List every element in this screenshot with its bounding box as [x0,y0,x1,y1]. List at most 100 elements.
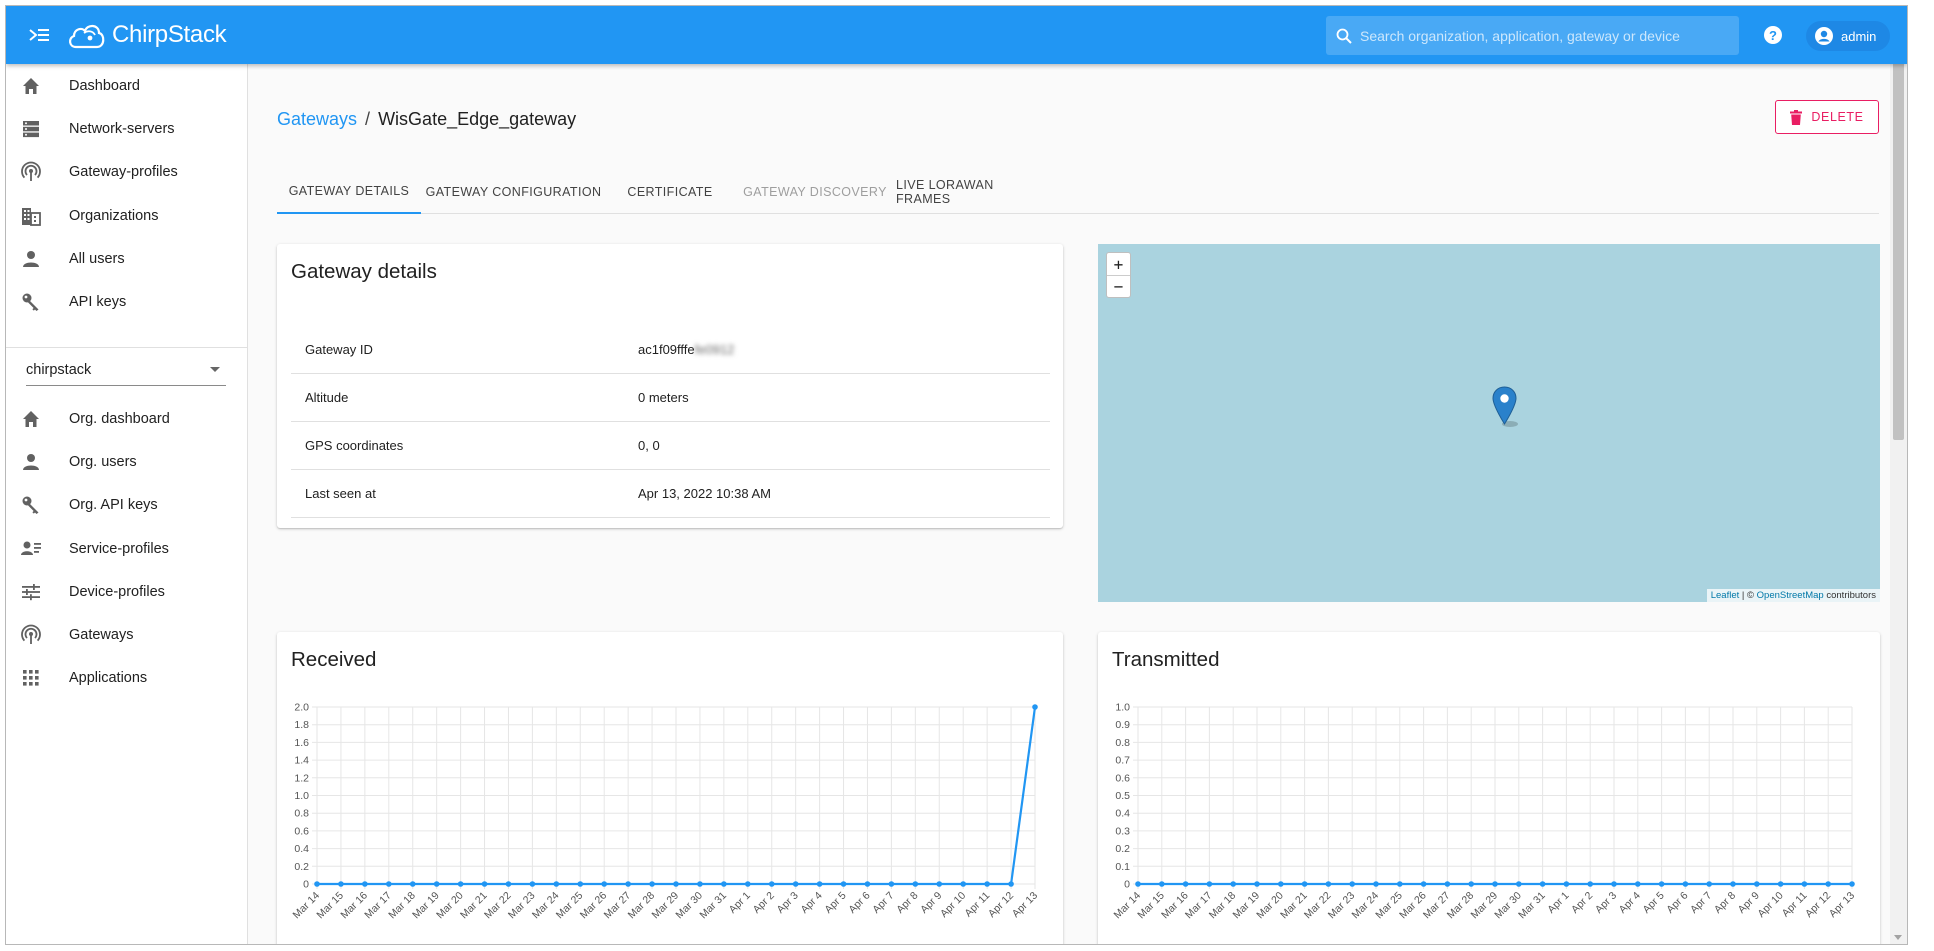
received-data-point[interactable] [936,881,943,887]
transmitted-data-point[interactable] [1468,881,1474,887]
transmitted-data-point[interactable] [1325,881,1332,887]
transmitted-data-point[interactable] [1777,881,1784,887]
collapse-menu-icon[interactable] [26,23,52,47]
map-marker-icon[interactable] [1492,386,1522,428]
sidebar-item-gateway-profiles[interactable]: Gateway-profiles [6,152,248,192]
sidebar-item-gateways[interactable]: Gateways [6,615,248,655]
sidebar-item-device-profiles[interactable]: Device-profiles [6,572,248,612]
transmitted-data-point[interactable] [1849,881,1855,887]
transmitted-data-point[interactable] [1801,881,1808,887]
transmitted-data-point[interactable] [1159,881,1165,887]
sidebar-item-service-profiles[interactable]: Service-profiles [6,529,248,569]
transmitted-data-point[interactable] [1825,881,1831,887]
tab-live-lorawan-frames[interactable]: LIVE LORAWAN FRAMES [896,170,1041,214]
scrollbar-thumb[interactable] [1893,20,1904,440]
transmitted-data-point[interactable] [1135,881,1141,887]
search-box[interactable] [1326,16,1739,55]
transmitted-data-point[interactable] [1206,881,1213,887]
zoom-out-button[interactable]: − [1107,275,1130,297]
transmitted-data-point[interactable] [1730,881,1736,887]
sidebar-item-network-servers[interactable]: Network-servers [6,109,248,149]
transmitted-data-point[interactable] [1349,881,1355,887]
received-data-point[interactable] [1008,881,1014,887]
received-data-point[interactable] [1032,704,1038,710]
organization-select[interactable]: chirpstack [26,354,226,386]
received-data-point[interactable] [840,881,847,887]
received-data-point[interactable] [673,881,679,887]
transmitted-data-point[interactable] [1230,881,1236,887]
zoom-in-button[interactable]: + [1107,253,1130,275]
tab-certificate[interactable]: CERTIFICATE [606,170,734,214]
user-menu-button[interactable]: admin [1806,21,1891,51]
transmitted-data-point[interactable] [1587,881,1593,887]
received-data-point[interactable] [912,881,919,887]
sidebar-item-dashboard[interactable]: Dashboard [6,66,248,106]
received-data-point[interactable] [864,881,871,887]
received-data-point[interactable] [745,881,751,887]
received-data-point[interactable] [409,881,416,887]
search-input[interactable] [1360,27,1730,44]
transmitted-data-point[interactable] [1516,881,1522,887]
leaflet-link[interactable]: Leaflet [1711,590,1740,601]
transmitted-data-point[interactable] [1254,881,1260,887]
transmitted-data-point[interactable] [1706,881,1712,887]
received-data-point[interactable] [577,881,584,887]
received-data-point[interactable] [649,881,655,887]
sidebar-item-org-dashboard[interactable]: Org. dashboard [6,399,248,439]
received-data-point[interactable] [960,881,966,887]
received-data-point[interactable] [386,881,392,887]
transmitted-x-tick-label: Apr 3 [1593,890,1619,916]
transmitted-data-point[interactable] [1278,881,1284,887]
received-data-point[interactable] [768,881,775,887]
transmitted-data-point[interactable] [1658,881,1665,887]
received-data-point[interactable] [529,881,536,887]
openstreetmap-link[interactable]: OpenStreetMap [1757,590,1824,601]
gateway-location-map[interactable]: + − Leaflet | © OpenStreetMap contributo… [1098,244,1880,602]
sidebar-item-applications[interactable]: Applications [6,658,248,698]
transmitted-data-point[interactable] [1754,881,1760,887]
delete-button[interactable]: DELETE [1775,100,1879,134]
breadcrumb-gateways-link[interactable]: Gateways [277,109,357,130]
received-data-point[interactable] [314,881,320,887]
transmitted-data-point[interactable] [1373,881,1379,887]
scroll-down-arrow-icon[interactable] [1894,935,1902,940]
tab-gateway-discovery[interactable]: GATEWAY DISCOVERY [734,170,896,214]
received-data-point[interactable] [553,881,560,887]
transmitted-data-point[interactable] [1397,881,1403,887]
transmitted-data-point[interactable] [1420,881,1427,887]
transmitted-data-point[interactable] [1635,881,1641,887]
transmitted-data-point[interactable] [1539,881,1546,887]
transmitted-x-tick-label: Apr 2 [1569,890,1595,916]
transmitted-data-point[interactable] [1682,881,1689,887]
transmitted-data-point[interactable] [1301,881,1308,887]
received-data-point[interactable] [984,881,990,887]
received-data-point[interactable] [362,881,368,887]
received-data-point[interactable] [338,881,344,887]
received-data-point[interactable] [601,881,607,887]
chirpstack-logo[interactable]: ChirpStack [66,17,227,53]
tab-gateway-details[interactable]: GATEWAY DETAILS [277,170,421,214]
sidebar-item-all-users[interactable]: All users [6,239,248,279]
received-data-point[interactable] [721,881,727,887]
transmitted-data-point[interactable] [1182,881,1189,887]
transmitted-data-point[interactable] [1444,881,1451,887]
sidebar-item-org-api-keys[interactable]: Org. API keys [6,485,248,525]
received-data-point[interactable] [505,881,512,887]
received-data-point[interactable] [625,881,631,887]
transmitted-data-point[interactable] [1611,881,1617,887]
tab-gateway-configuration[interactable]: GATEWAY CONFIGURATION [421,170,606,214]
sidebar-item-org-users[interactable]: Org. users [6,442,248,482]
transmitted-data-point[interactable] [1563,881,1570,887]
help-icon[interactable]: ? [1763,25,1783,45]
received-data-point[interactable] [433,881,440,887]
received-data-point[interactable] [792,881,799,887]
sidebar-item-api-keys[interactable]: API keys [6,282,248,322]
received-data-point[interactable] [481,881,488,887]
received-data-point[interactable] [816,881,823,887]
received-data-point[interactable] [697,881,703,887]
received-data-point[interactable] [457,881,464,887]
sidebar-item-organizations[interactable]: Organizations [6,196,248,236]
page-scrollbar[interactable] [1890,6,1907,944]
transmitted-data-point[interactable] [1492,881,1498,887]
received-data-point[interactable] [888,881,895,887]
